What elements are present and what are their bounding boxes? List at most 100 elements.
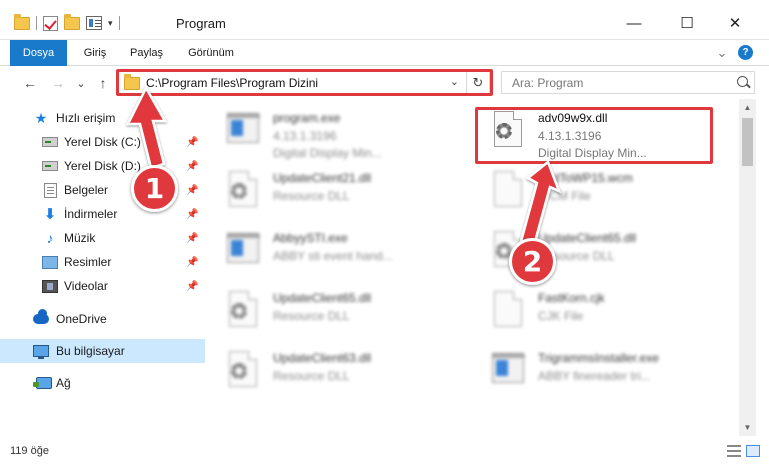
file-name: AddToWP15.wcm bbox=[538, 171, 633, 185]
file-type: Resource DLL bbox=[273, 189, 350, 203]
vertical-scrollbar[interactable]: ▲ ▼ bbox=[739, 99, 756, 436]
scroll-down-button[interactable]: ▼ bbox=[739, 419, 756, 436]
help-icon[interactable]: ? bbox=[738, 45, 753, 60]
up-button[interactable]: ↑ bbox=[93, 73, 113, 93]
computer-icon bbox=[33, 343, 49, 359]
forward-button[interactable]: → bbox=[48, 73, 68, 93]
file-item[interactable]: AddToWP15.wcm WCM File bbox=[470, 161, 705, 219]
file-item[interactable]: UpdateClient65.dll Resource DLL bbox=[470, 221, 705, 279]
customize-toolbar-chevron-icon[interactable]: ▾ bbox=[108, 18, 113, 29]
file-item[interactable]: TrigrammsInstaller.exe ABBY finereader t… bbox=[470, 341, 705, 399]
pin-icon: 📌 bbox=[186, 256, 199, 268]
navigation-pane: ★ Hızlı erişim Yerel Disk (C:) 📌 Yerel D… bbox=[0, 99, 205, 436]
maximize-button[interactable]: ☐ bbox=[672, 10, 702, 36]
sidebar-item-pictures[interactable]: Resimler 📌 bbox=[0, 250, 205, 274]
window-title: Program bbox=[176, 16, 226, 31]
file-type: Resource DLL bbox=[273, 309, 350, 323]
tab-home[interactable]: Giriş bbox=[75, 40, 115, 66]
file-item[interactable]: UpdateClient21.dll Resource DLL bbox=[205, 161, 440, 219]
sidebar-item-label: İndirmeler bbox=[64, 207, 118, 221]
minimize-button[interactable]: — bbox=[619, 10, 649, 36]
file-type: CJK File bbox=[538, 309, 584, 323]
file-name: TrigrammsInstaller.exe bbox=[538, 351, 659, 365]
search-input[interactable]: Ara: Program bbox=[501, 71, 755, 94]
sidebar-item-local-disk-c[interactable]: Yerel Disk (C:) 📌 bbox=[0, 130, 205, 154]
sidebar-item-local-disk-d[interactable]: Yerel Disk (D:) 📌 bbox=[0, 154, 205, 178]
pictures-icon bbox=[42, 254, 58, 270]
scroll-thumb[interactable] bbox=[742, 118, 753, 166]
network-icon bbox=[33, 375, 52, 391]
properties-icon[interactable] bbox=[86, 16, 102, 30]
videos-icon bbox=[42, 278, 58, 294]
sidebar-item-label: Videolar bbox=[64, 279, 108, 293]
application-icon bbox=[492, 351, 526, 391]
dll-gear-icon bbox=[227, 171, 261, 211]
document-icon bbox=[42, 182, 58, 198]
tab-file[interactable]: Dosya bbox=[10, 40, 67, 66]
properties-check-icon[interactable] bbox=[43, 15, 58, 31]
sidebar-item-label: Yerel Disk (C:) bbox=[64, 135, 141, 149]
file-name: program.exe bbox=[273, 111, 341, 125]
dll-gear-icon bbox=[227, 351, 261, 391]
download-icon: ⬇ bbox=[43, 206, 57, 223]
status-bar: 119 öğe bbox=[0, 436, 769, 475]
new-folder-icon[interactable] bbox=[64, 13, 80, 30]
toolbar-divider bbox=[118, 16, 120, 30]
star-icon: ★ bbox=[34, 109, 48, 126]
tab-view[interactable]: Görünüm bbox=[180, 40, 242, 66]
sidebar-item-label: Resimler bbox=[64, 255, 112, 269]
pin-icon: 📌 bbox=[186, 280, 199, 292]
pin-icon: 📌 bbox=[186, 208, 199, 220]
quick-access-toolbar: ▾ bbox=[14, 13, 120, 33]
sidebar-item-label: Hızlı erişim bbox=[56, 111, 116, 125]
sidebar-item-videos[interactable]: Videolar 📌 bbox=[0, 274, 205, 298]
cloud-icon bbox=[33, 309, 49, 327]
file-item-program-exe[interactable]: program.exe 4.13.1.3196 Digital Display … bbox=[205, 101, 440, 160]
file-item[interactable]: FastKorn.cjk CJK File bbox=[470, 281, 705, 339]
sidebar-item-network[interactable]: Ağ bbox=[0, 371, 205, 395]
dll-gear-icon bbox=[227, 291, 261, 331]
toolbar-divider bbox=[36, 16, 37, 30]
expand-ribbon-chevron-icon[interactable]: ⌄ bbox=[714, 45, 730, 61]
title-bar: ▾ Program — ☐ ✕ bbox=[0, 0, 769, 40]
music-icon: ♪ bbox=[46, 230, 54, 246]
sidebar-item-quick-access[interactable]: ★ Hızlı erişim bbox=[0, 106, 205, 130]
callout-marker-1: 1 bbox=[131, 165, 178, 212]
document-file-icon bbox=[492, 171, 526, 211]
folder-icon[interactable] bbox=[14, 13, 30, 30]
address-highlight-box bbox=[116, 69, 493, 96]
file-item[interactable]: UpdateClient63.dll Resource DLL bbox=[205, 341, 440, 399]
scroll-up-button[interactable]: ▲ bbox=[739, 99, 756, 116]
disk-icon bbox=[42, 158, 58, 174]
item-count: 119 öğe bbox=[10, 445, 49, 457]
pin-icon: 📌 bbox=[186, 184, 199, 196]
sidebar-item-music[interactable]: ♪ Müzik 📌 bbox=[0, 226, 205, 250]
file-type: Resource DLL bbox=[273, 369, 350, 383]
file-type: ABBY sti event hand... bbox=[273, 249, 393, 263]
application-icon bbox=[227, 231, 261, 271]
close-button[interactable]: ✕ bbox=[720, 10, 750, 36]
tiles-view-icon[interactable] bbox=[746, 445, 760, 457]
sidebar-item-onedrive[interactable]: OneDrive bbox=[0, 307, 205, 331]
navigation-bar: ← → ⌄ ↑ C:\Program Files\Program Dizini … bbox=[0, 66, 769, 99]
file-item[interactable]: AbbyySTI.exe ABBY sti event hand... bbox=[205, 221, 440, 279]
details-view-icon[interactable] bbox=[727, 445, 741, 457]
back-button[interactable]: ← bbox=[20, 73, 40, 93]
file-name: UpdateClient63.dll bbox=[273, 351, 372, 365]
pin-icon: 📌 bbox=[186, 136, 199, 148]
sidebar-item-downloads[interactable]: ⬇ İndirmeler 📌 bbox=[0, 202, 205, 226]
search-placeholder: Ara: Program bbox=[512, 76, 584, 90]
file-description: Digital Display Min... bbox=[273, 146, 382, 160]
callout-marker-2: 2 bbox=[509, 238, 556, 285]
pin-icon: 📌 bbox=[186, 160, 199, 172]
search-icon[interactable] bbox=[737, 76, 748, 87]
sidebar-item-label: Yerel Disk (D:) bbox=[64, 159, 141, 173]
file-type: ABBY finereader tri... bbox=[538, 369, 651, 383]
application-icon bbox=[227, 111, 261, 151]
file-version: 4.13.1.3196 bbox=[273, 129, 337, 143]
sidebar-item-this-pc[interactable]: Bu bilgisayar bbox=[0, 339, 205, 363]
sidebar-item-label: Bu bilgisayar bbox=[56, 344, 125, 358]
file-item[interactable]: UpdateClient65.dll Resource DLL bbox=[205, 281, 440, 339]
recent-locations-chevron-icon[interactable]: ⌄ bbox=[71, 73, 91, 93]
tab-share[interactable]: Paylaş bbox=[124, 40, 169, 66]
